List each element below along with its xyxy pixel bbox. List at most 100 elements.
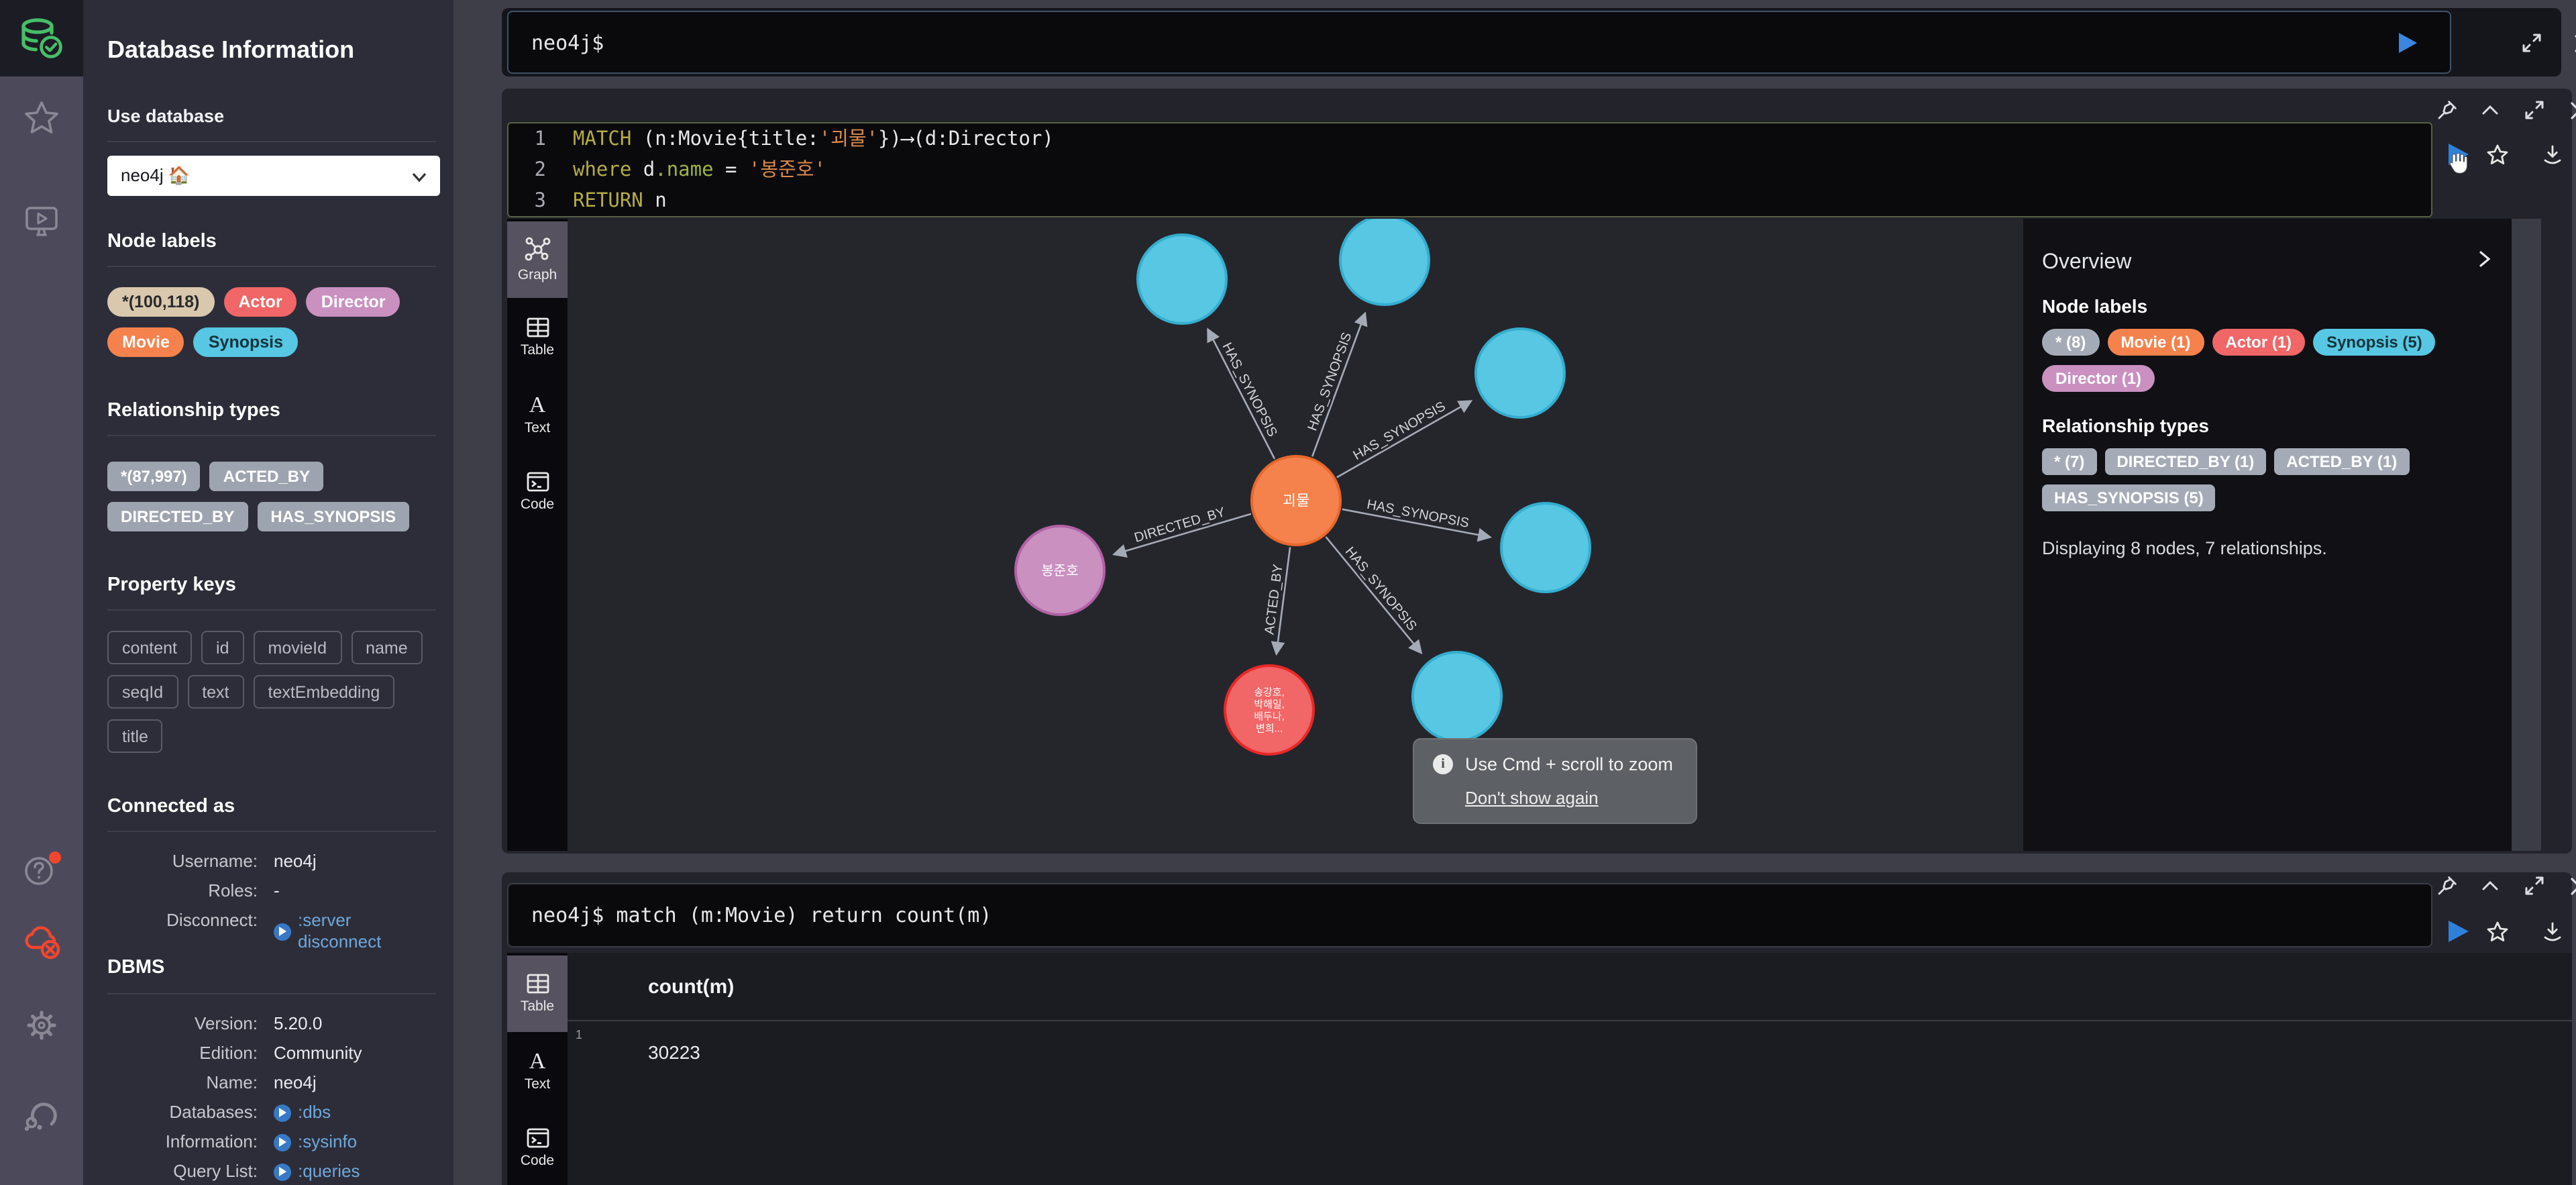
favorite-query-button[interactable] [2481,915,2513,947]
tab-text[interactable]: AText [507,1033,568,1109]
graph-node-synopsis3[interactable] [1476,329,1564,417]
close-frame-button[interactable] [2563,94,2576,126]
database-information-drawer: Database Information Use database neo4j … [83,0,453,1185]
expand-frame-button[interactable] [2518,94,2551,126]
chip-badge[interactable]: text [187,675,244,709]
tab-graph[interactable]: Graph [507,221,568,298]
chip-badge[interactable]: movieId [254,631,342,664]
ov-rel-badge[interactable]: * (7) [2042,448,2096,475]
neo4j-database-logo[interactable] [0,0,83,76]
tab-text[interactable]: AText [507,376,568,452]
tab-table[interactable]: Table [507,956,568,1032]
overview-scrollbar[interactable] [2512,219,2541,851]
graph-arc-icon [21,1094,62,1134]
pill-badge[interactable]: Actor [223,287,297,317]
chip-badge[interactable]: seqId [107,675,178,709]
download-result-button[interactable] [2536,915,2568,947]
collapse-frame-button[interactable] [2474,870,2506,902]
run-query-button[interactable] [2391,27,2423,59]
pill-badge[interactable]: Director [307,287,400,317]
pin-frame-button[interactable] [2431,94,2463,126]
overview-rel-badges: * (7) DIRECTED_BY (1) ACTED_BY (1) HAS_SYNO… [2042,448,2493,511]
tab-code[interactable]: Code [507,1110,568,1185]
relbadge-badge[interactable]: *(87,997) [107,462,201,491]
play-icon [2445,918,2471,945]
command-link[interactable]: :server disconnect [274,910,437,953]
database-select[interactable]: neo4j 🏠 [107,156,440,196]
star-icon [2485,143,2508,166]
overview-rel-types-title: Relationship types [2042,415,2209,436]
fullscreen-button[interactable] [2516,27,2548,59]
graph-canvas[interactable]: HAS_SYNOPSISHAS_SYNOPSISHAS_SYNOPSISHAS_… [568,219,2023,851]
cypher-editor-input[interactable]: neo4j$ [507,11,2451,74]
download-result-button[interactable] [2536,138,2568,170]
pin-icon [2436,875,2458,896]
info-row: Name:neo4j [107,1072,437,1094]
close-frame-button[interactable] [2563,870,2576,902]
ov-pill-badge[interactable]: * (8) [2042,329,2099,356]
close-editor-button[interactable] [2567,27,2576,59]
about-rail-button[interactable] [0,1084,83,1143]
graph-edge[interactable] [1337,401,1471,478]
graph-edge[interactable] [1208,329,1274,459]
property-keys-title: Property keys [107,574,436,596]
pill-badge[interactable]: Synopsis [194,327,298,357]
ov-rel-badge[interactable]: ACTED_BY (1) [2274,448,2409,475]
graph-node-synopsis4[interactable] [1501,503,1590,592]
command-link[interactable]: :queries [274,1161,360,1182]
ov-pill-badge[interactable]: Director (1) [2042,365,2155,392]
graph-node-synopsis1[interactable] [1138,235,1226,323]
ov-pill-badge[interactable]: Synopsis (5) [2313,329,2436,356]
chip-badge[interactable]: textEmbedding [254,675,395,709]
relbadge-badge[interactable]: DIRECTED_BY [107,502,248,531]
ov-pill-badge[interactable]: Actor (1) [2212,329,2305,356]
property-key-chips: content id movieId name seqId text textEmbeddi… [107,631,437,753]
ov-rel-badge[interactable]: DIRECTED_BY (1) [2104,448,2266,475]
divider [107,266,436,267]
collapse-overview-button[interactable] [2469,243,2501,275]
tab-label: Text [525,419,551,435]
tab-label: Graph [518,267,557,283]
pin-frame-button[interactable] [2431,870,2463,902]
help-rail-button[interactable] [0,841,83,900]
rerun-query-button[interactable] [2442,915,2474,947]
divider [107,993,436,994]
favorite-query-button[interactable] [2481,138,2513,170]
chip-badge[interactable]: id [201,631,244,664]
table-row-number: 1 [576,1028,582,1041]
command-link[interactable]: :sysinfo [274,1131,357,1153]
chip-badge[interactable]: content [107,631,192,664]
executed-query-input[interactable]: neo4j$ match (m:Movie) return count(m) [507,883,2432,947]
relbadge-badge[interactable]: ACTED_BY [210,462,323,491]
code-view-icon [525,470,549,492]
relbadge-badge[interactable]: HAS_SYNOPSIS [257,502,409,531]
info-value: Community [274,1043,362,1064]
chip-badge[interactable]: title [107,719,163,753]
graph-node-synopsis5[interactable] [1413,652,1501,741]
graph-edge-label: HAS_SYNOPSIS [1219,340,1279,439]
command-link[interactable]: :dbs [274,1102,331,1123]
overview-node-labels-title: Node labels [2042,295,2147,317]
query-result-frame-table: neo4j$ match (m:Movie) return count(m) T… [502,872,2572,1185]
collapse-frame-button[interactable] [2474,94,2506,126]
graph-edge[interactable] [1326,537,1421,653]
tab-label: Text [525,1076,551,1092]
info-row: Version:5.20.0 [107,1013,437,1035]
pill-badge[interactable]: Movie [107,327,184,357]
cypher-code-editor[interactable]: 1MATCH (n:Movie{title:'괴물'})⟶(d:Director… [507,122,2432,217]
tab-code[interactable]: Code [507,453,568,529]
pill-badge[interactable]: *(100,118) [107,287,214,317]
cloud-sync-rail-button[interactable] [0,913,83,972]
favorites-rail-button[interactable] [0,89,83,148]
guides-rail-button[interactable] [0,192,83,251]
info-label: Name: [107,1072,258,1094]
chip-badge[interactable]: name [351,631,423,664]
node-label-badges: *(100,118) Actor Director Movie Synopsis [107,287,437,357]
tab-table[interactable]: Table [507,299,568,375]
settings-rail-button[interactable] [0,996,83,1055]
ov-pill-badge[interactable]: Movie (1) [2107,329,2204,356]
ov-rel-badge[interactable]: HAS_SYNOPSIS (5) [2042,484,2216,511]
expand-frame-button[interactable] [2518,870,2551,902]
graph-node-synopsis2[interactable] [1340,219,1429,305]
dont-show-again-link[interactable]: Don't show again [1465,788,1599,808]
